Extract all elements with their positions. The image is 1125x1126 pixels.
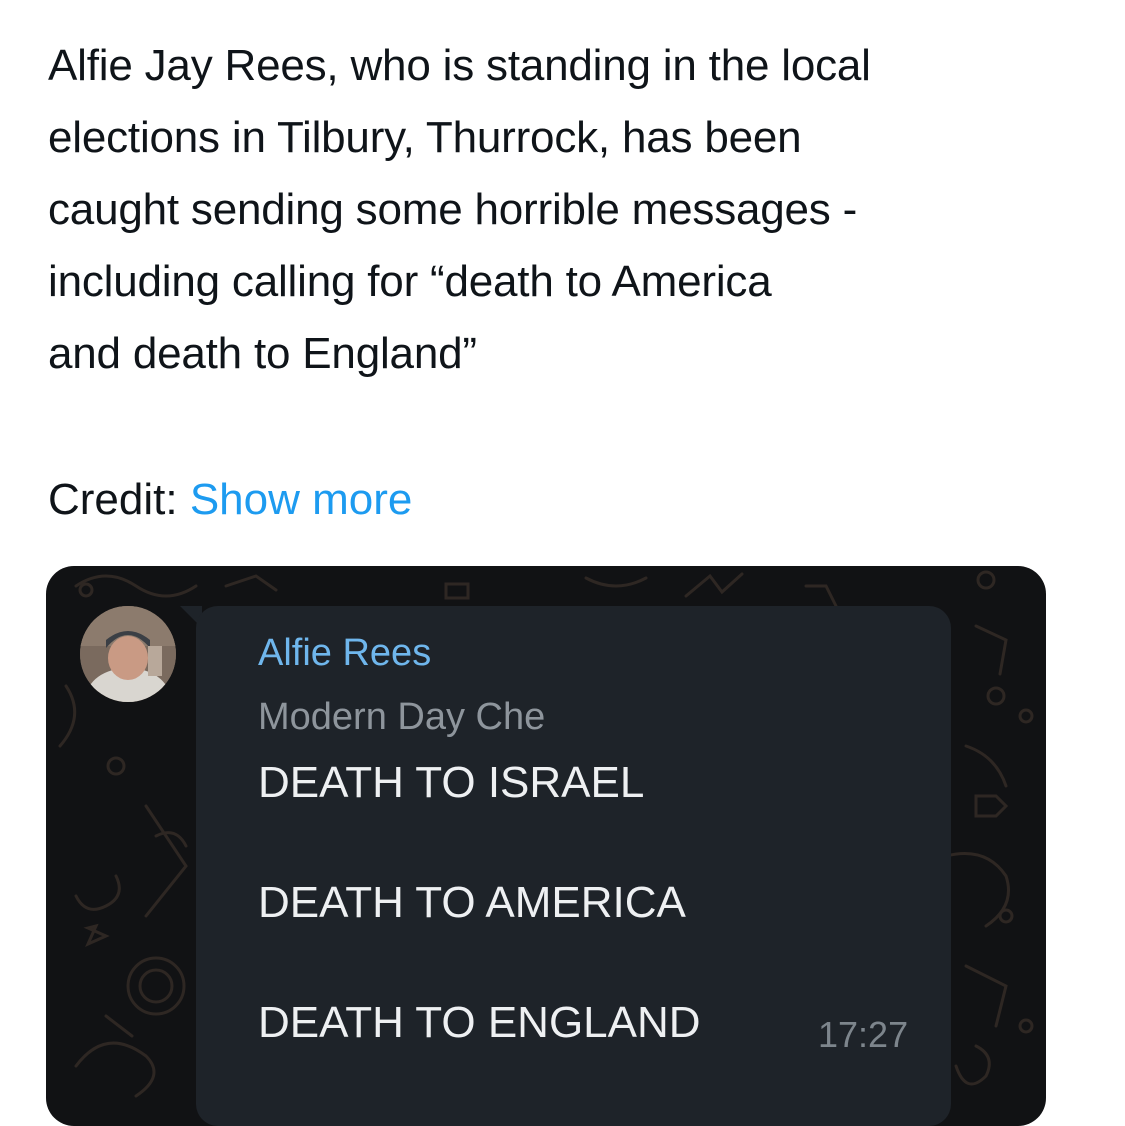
message-line: DEATH TO ENGLAND (258, 998, 701, 1047)
credit-line: Credit: Show more (48, 470, 412, 530)
tweet-text-line: caught sending some horrible messages - (48, 185, 858, 234)
message-time: 17:27 (818, 1014, 909, 1055)
message-line: DEATH TO ISRAEL (258, 758, 645, 807)
tweet-text: Alfie Jay Rees, who is standing in the l… (48, 30, 1108, 390)
tweet-text-line: and death to England” (48, 329, 477, 378)
sender-name[interactable]: Alfie Rees (258, 632, 431, 675)
tweet-media-image[interactable]: Alfie Rees Modern Day Che DEATH TO ISRAE… (46, 566, 1046, 1126)
tweet-text-line: Alfie Jay Rees, who is standing in the l… (48, 41, 871, 90)
credit-label: Credit: (48, 475, 178, 524)
sender-status: Modern Day Che (258, 696, 546, 738)
tweet-text-line: including calling for “death to America (48, 257, 772, 306)
show-more-link[interactable]: Show more (190, 475, 413, 524)
message-bubble[interactable]: Alfie Rees Modern Day Che DEATH TO ISRAE… (196, 606, 951, 1126)
tweet-text-line: elections in Tilbury, Thurrock, has been (48, 113, 802, 162)
message-line: DEATH TO AMERICA (258, 878, 686, 927)
profile-photo-icon (80, 606, 176, 702)
avatar[interactable] (80, 606, 176, 702)
